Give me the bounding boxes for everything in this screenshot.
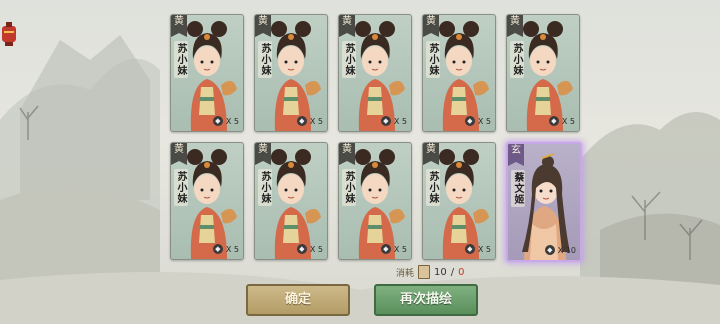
character-name: 苏小妹 (510, 41, 524, 78)
confirm-button[interactable]: 确定 (246, 284, 350, 316)
character-name: 苏小妹 (342, 169, 356, 206)
character-name: 苏小妹 (258, 41, 272, 78)
shard-icon: ◆ (548, 116, 559, 126)
card-count-value: X 5 (309, 244, 323, 254)
card-count: ◆ X 5 (380, 244, 407, 254)
cost-remaining: 0 (458, 266, 465, 278)
character-name: 苏小妹 (342, 41, 356, 78)
character-card[interactable]: 黄苏小妹 ◆ X 5 (170, 142, 244, 260)
card-count: ◆ X 5 (212, 244, 239, 254)
shard-icon: ◆ (380, 244, 391, 254)
character-name: 蔡文姬 (511, 170, 525, 207)
cost-current: 10 (434, 266, 447, 278)
character-card[interactable]: 玄蔡文姬 ◆ X 10 (506, 142, 582, 262)
card-count: ◆ X 5 (548, 116, 575, 126)
shard-icon: ◆ (464, 116, 475, 126)
card-grid: 黄苏小妹 ◆ X 5 黄苏小妹 ◆ X 5 黄苏小妹 ◆ X 5 黄苏小妹 ◆ X 5 黄苏小妹 ◆ X 5… (170, 14, 582, 262)
card-count: ◆ X 5 (212, 116, 239, 126)
character-card[interactable]: 黄苏小妹 ◆ X 5 (338, 142, 412, 260)
card-count-value: X 5 (477, 116, 491, 126)
shard-icon: ◆ (212, 116, 223, 126)
card-count: ◆ X 5 (296, 244, 323, 254)
card-count: ◆ X 10 (544, 245, 576, 255)
character-name: 苏小妹 (426, 41, 440, 78)
character-card[interactable]: 黄苏小妹 ◆ X 5 (254, 142, 328, 260)
character-card[interactable]: 黄苏小妹 ◆ X 5 (422, 142, 496, 260)
lantern-icon[interactable] (0, 22, 18, 48)
card-count-value: X 5 (225, 116, 239, 126)
shard-icon: ◆ (544, 245, 555, 255)
shard-icon: ◆ (464, 244, 475, 254)
card-count: ◆ X 5 (380, 116, 407, 126)
card-count-value: X 10 (557, 245, 576, 255)
character-name: 苏小妹 (174, 41, 188, 78)
shard-icon: ◆ (296, 116, 307, 126)
character-card[interactable]: 黄苏小妹 ◆ X 5 (506, 14, 580, 132)
card-count: ◆ X 5 (464, 244, 491, 254)
cost-separator: / (450, 266, 455, 278)
card-count-value: X 5 (393, 244, 407, 254)
card-count-value: X 5 (309, 116, 323, 126)
character-card[interactable]: 黄苏小妹 ◆ X 5 (422, 14, 496, 132)
character-card[interactable]: 黄苏小妹 ◆ X 5 (170, 14, 244, 132)
character-name: 苏小妹 (426, 169, 440, 206)
scroll-icon (418, 265, 431, 279)
card-count: ◆ X 5 (464, 116, 491, 126)
character-name: 苏小妹 (174, 169, 188, 206)
character-name: 苏小妹 (258, 169, 272, 206)
redraw-again-button[interactable]: 再次描绘 (374, 284, 478, 316)
character-card[interactable]: 黄苏小妹 ◆ X 5 (338, 14, 412, 132)
shard-icon: ◆ (296, 244, 307, 254)
card-count-value: X 5 (477, 244, 491, 254)
shard-icon: ◆ (212, 244, 223, 254)
card-count-value: X 5 (393, 116, 407, 126)
cost-label: 消耗 (396, 268, 415, 279)
cost-indicator: 消耗 10 / 0 (396, 265, 465, 279)
card-count-value: X 5 (225, 244, 239, 254)
card-count-value: X 5 (561, 116, 575, 126)
character-card[interactable]: 黄苏小妹 ◆ X 5 (254, 14, 328, 132)
card-count: ◆ X 5 (296, 116, 323, 126)
shard-icon: ◆ (380, 116, 391, 126)
